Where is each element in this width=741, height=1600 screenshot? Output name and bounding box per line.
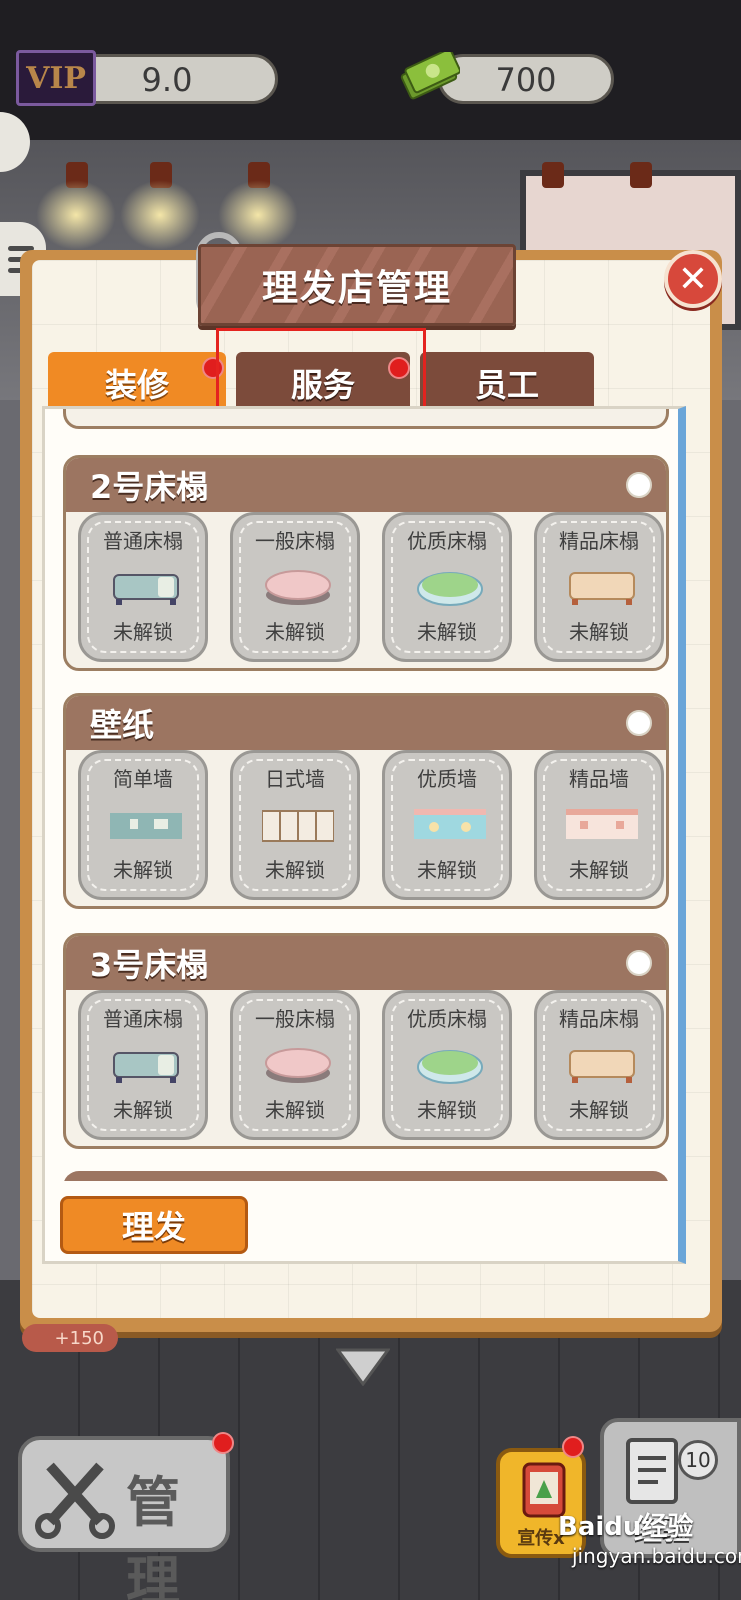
bed-pink-icon: [265, 1048, 331, 1083]
section-toggle[interactable]: [626, 950, 652, 976]
cash-display[interactable]: 700: [398, 50, 616, 106]
item-status: 未解锁: [265, 620, 325, 644]
section-title: 3号床榻: [66, 936, 666, 990]
item-card[interactable]: 普通床榻 未解锁: [78, 512, 208, 662]
wall-premium-icon: [566, 809, 638, 839]
item-status: 未解锁: [417, 858, 477, 882]
lamp-glow: [36, 180, 116, 250]
lamp-glow: [120, 180, 200, 250]
haircut-button[interactable]: 理发: [60, 1196, 248, 1254]
item-status: 未解锁: [265, 858, 325, 882]
section-bed-2: 2号床榻 普通床榻 未解锁 一般床榻 未解锁 优质床榻 未解锁 精品床榻 未解锁: [63, 455, 669, 671]
cash-icon: [400, 52, 460, 100]
content-list[interactable]: 2号床榻 普通床榻 未解锁 一般床榻 未解锁 优质床榻 未解锁 精品床榻 未解锁…: [42, 406, 686, 1264]
previous-section-edge: [63, 409, 669, 429]
bed-premium-icon: [569, 572, 635, 605]
bed-basic-icon: [113, 574, 179, 605]
lamp-icon: [542, 162, 564, 188]
manage-button[interactable]: 管理: [18, 1436, 230, 1600]
item-name: 一般床榻: [255, 1007, 335, 1031]
cash-value-pill: 700: [438, 54, 614, 104]
exp-count-badge: 10: [678, 1440, 718, 1480]
close-button[interactable]: ✕: [664, 250, 722, 308]
item-name: 一般床榻: [255, 529, 335, 553]
item-status: 未解锁: [113, 620, 173, 644]
panel-title-ribbon: 理发店管理: [198, 244, 516, 326]
notification-dot: [562, 1436, 584, 1458]
item-card[interactable]: 精品墙 未解锁: [534, 750, 664, 900]
wall-simple-icon: [110, 813, 182, 839]
item-name: 普通床榻: [103, 529, 183, 553]
bed-green-icon: [417, 572, 483, 606]
item-card[interactable]: 简单墙 未解锁: [78, 750, 208, 900]
cash-value: 700: [495, 61, 557, 99]
vip-badge: VIP: [16, 50, 96, 106]
notification-dot: [212, 1432, 234, 1454]
item-status: 未解锁: [113, 858, 173, 882]
item-name: 优质床榻: [407, 1007, 487, 1031]
document-icon: [626, 1438, 678, 1504]
watermark-url: jingyan.baidu.com: [572, 1544, 741, 1568]
item-card[interactable]: 精品床榻 未解锁: [534, 990, 664, 1140]
item-card[interactable]: 日式墙 未解锁: [230, 750, 360, 900]
section-title: 壁纸: [66, 696, 666, 750]
vip-display[interactable]: 9.0 VIP: [16, 50, 278, 106]
item-card[interactable]: 一般床榻 未解锁: [230, 512, 360, 662]
section-title: 2号床榻: [66, 458, 666, 512]
item-status: 未解锁: [265, 1098, 325, 1122]
item-name: 简单墙: [113, 767, 173, 791]
item-name: 精品墙: [569, 767, 629, 791]
lamp-icon: [630, 162, 652, 188]
item-card[interactable]: 精品床榻 未解锁: [534, 512, 664, 662]
watermark: Baidu经验: [558, 1512, 694, 1542]
tab-label: 装修: [104, 366, 169, 404]
wall-japanese-icon: [262, 810, 334, 842]
tab-staff[interactable]: 员工: [420, 352, 594, 414]
item-name: 精品床榻: [559, 529, 639, 553]
bed-premium-icon: [569, 1050, 635, 1083]
item-name: 优质墙: [417, 767, 477, 791]
close-icon: ✕: [677, 258, 709, 300]
item-status: 未解锁: [569, 1098, 629, 1122]
manage-label: 管理: [126, 1471, 180, 1600]
section-toggle[interactable]: [626, 472, 652, 498]
item-name: 优质床榻: [407, 529, 487, 553]
item-card[interactable]: 一般床榻 未解锁: [230, 990, 360, 1140]
section-bed-3: 3号床榻 普通床榻 未解锁 一般床榻 未解锁 优质床榻 未解锁 精品床榻 未解锁: [63, 933, 669, 1149]
item-status: 未解锁: [113, 1098, 173, 1122]
section-toggle[interactable]: [626, 710, 652, 736]
item-status: 未解锁: [569, 620, 629, 644]
down-arrow-icon[interactable]: [336, 1346, 390, 1386]
item-status: 未解锁: [417, 620, 477, 644]
bed-green-icon: [417, 1050, 483, 1084]
scissors-icon: [35, 1462, 115, 1539]
item-name: 精品床榻: [559, 1007, 639, 1031]
item-card[interactable]: 优质床榻 未解锁: [382, 990, 512, 1140]
item-card[interactable]: 优质墙 未解锁: [382, 750, 512, 900]
bed-basic-icon: [113, 1052, 179, 1083]
section-wallpaper: 壁纸 简单墙 未解锁 日式墙 未解锁 优质墙 未解锁 精品墙 未解锁: [63, 693, 669, 909]
item-status: 未解锁: [569, 858, 629, 882]
wall-quality-icon: [414, 809, 486, 839]
tab-decoration[interactable]: 装修: [48, 352, 226, 414]
item-card[interactable]: 普通床榻 未解锁: [78, 990, 208, 1140]
item-card[interactable]: 优质床榻 未解锁: [382, 512, 512, 662]
tab-label: 员工: [474, 366, 539, 404]
panel-title: 理发店管理: [261, 268, 452, 309]
top-bar: 9.0 VIP 700: [0, 0, 741, 140]
item-name: 日式墙: [265, 767, 325, 791]
item-status: 未解锁: [417, 1098, 477, 1122]
bed-pink-icon: [265, 570, 331, 605]
item-name: 普通床榻: [103, 1007, 183, 1031]
income-badge: +150: [22, 1324, 118, 1352]
